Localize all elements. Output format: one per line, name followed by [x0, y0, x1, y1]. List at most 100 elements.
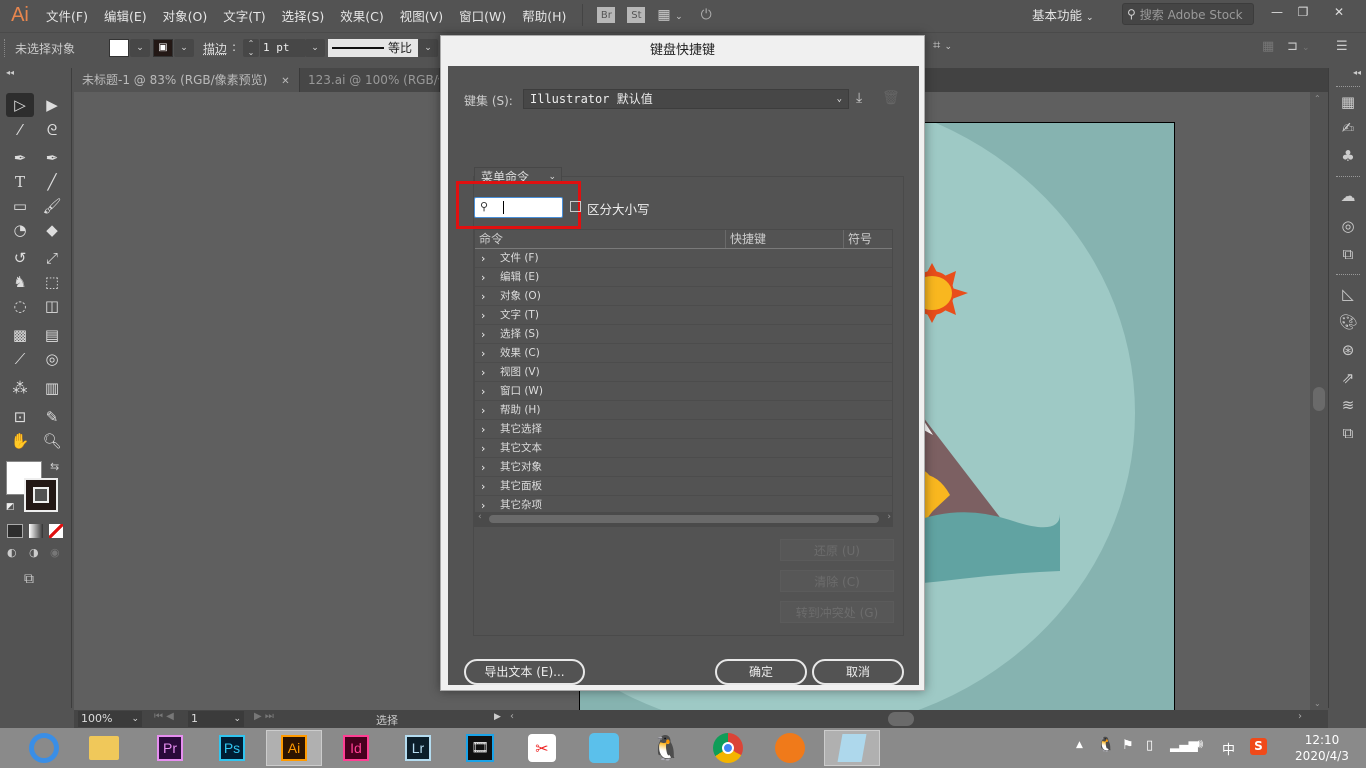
swatches-icon[interactable]: ▦: [1337, 92, 1359, 112]
column-header-command[interactable]: 命令: [479, 230, 503, 248]
chevron-right-icon[interactable]: ›: [481, 249, 485, 268]
scroll-right-icon[interactable]: ›: [1298, 711, 1302, 722]
layers-icon[interactable]: ≋: [1337, 395, 1359, 415]
scroll-left-icon[interactable]: ‹: [478, 512, 482, 522]
artboards-icon[interactable]: ⧉: [1337, 423, 1359, 443]
stroke-color-box[interactable]: [24, 478, 58, 512]
menu-file[interactable]: 文件(F): [38, 6, 96, 25]
brushes-icon[interactable]: ✍: [1337, 118, 1359, 138]
chevron-right-icon[interactable]: ›: [481, 420, 485, 439]
color-guide-icon[interactable]: 🎨︎: [1337, 312, 1359, 332]
default-colors-icon[interactable]: ◩: [6, 502, 15, 512]
artboard-tool-icon[interactable]: ⊡: [6, 405, 34, 429]
taskbar-qq[interactable]: 🐧: [644, 730, 688, 766]
taskbar-screenshot-tool[interactable]: ✂: [520, 730, 564, 766]
command-row[interactable]: › 文件 (F): [475, 249, 892, 268]
stroke-label[interactable]: 描边: [203, 40, 227, 57]
line-tool-icon[interactable]: ╱: [38, 170, 66, 194]
fill-dropdown[interactable]: ⌄: [130, 39, 150, 57]
close-button[interactable]: ✕: [1326, 3, 1352, 21]
scroll-left-icon[interactable]: ‹: [510, 711, 514, 722]
panel-menu-icon[interactable]: ☰: [1336, 39, 1348, 54]
menu-help[interactable]: 帮助(H): [514, 6, 574, 25]
stock-search-input[interactable]: ⚲ 搜索 Adobe Stock: [1122, 3, 1254, 25]
taskbar-app[interactable]: [582, 730, 626, 766]
volume-icon[interactable]: 🔊︎: [1195, 737, 1203, 752]
gradient-mode-icon[interactable]: [29, 524, 43, 538]
draw-behind-icon[interactable]: ◑: [29, 546, 39, 559]
command-row[interactable]: › 其它面板: [475, 477, 892, 496]
stroke-profile-select[interactable]: 等比: [328, 39, 418, 57]
stroke-weight-dropdown[interactable]: ⌄: [305, 39, 325, 57]
taskbar-premiere[interactable]: Pr: [148, 730, 192, 766]
hand-tool-icon[interactable]: ✋: [6, 429, 34, 453]
taskbar-photoshop[interactable]: Ps: [210, 730, 254, 766]
workspace-switcher[interactable]: 基本功能 ⌄: [1032, 5, 1094, 24]
perspective-grid-tool-icon[interactable]: ◫: [38, 294, 66, 318]
paintbrush-tool-icon[interactable]: 🖌: [38, 194, 66, 218]
clock[interactable]: 12:10 2020/4/3: [1290, 732, 1354, 764]
rectangle-tool-icon[interactable]: ▭: [6, 194, 34, 218]
gradient-tool-icon[interactable]: ▤: [38, 323, 66, 347]
menu-window[interactable]: 窗口(W): [451, 6, 514, 25]
clear-button[interactable]: 清除 (C): [780, 570, 894, 592]
eyedropper-tool-icon[interactable]: ⟋: [6, 347, 34, 371]
sogou-ime-icon[interactable]: S: [1250, 738, 1267, 755]
column-header-shortcut[interactable]: 快捷键: [725, 230, 766, 248]
command-row[interactable]: › 帮助 (H): [475, 401, 892, 420]
chevron-right-icon[interactable]: ›: [481, 268, 485, 287]
panel-grip[interactable]: [1336, 274, 1360, 277]
menu-select[interactable]: 选择(S): [274, 6, 333, 25]
scroll-up-icon[interactable]: ⌃: [1314, 94, 1321, 103]
command-row[interactable]: › 其它选择: [475, 420, 892, 439]
swap-colors-icon[interactable]: ⇆: [50, 460, 59, 473]
scroll-thumb[interactable]: [489, 515, 879, 523]
chevron-right-icon[interactable]: ›: [481, 363, 485, 382]
column-graph-tool-icon[interactable]: ▥: [38, 376, 66, 400]
stroke-swatch[interactable]: ▣: [153, 39, 173, 57]
symbol-sprayer-tool-icon[interactable]: ⁂: [6, 376, 34, 400]
bridge-button[interactable]: Br: [597, 7, 616, 23]
command-row[interactable]: › 其它文本: [475, 439, 892, 458]
collapse-icon[interactable]: ◂◂: [1353, 68, 1361, 77]
isolate-selection-icon[interactable]: ⌗ ⌄: [933, 38, 952, 53]
gpu-performance-icon[interactable]: ⏻: [701, 7, 712, 23]
first-artboard-icon[interactable]: ⏮ ◀: [154, 711, 174, 722]
chevron-right-icon[interactable]: ›: [481, 401, 485, 420]
panel-grip[interactable]: [1336, 86, 1360, 89]
draw-normal-icon[interactable]: ◐: [7, 546, 17, 559]
scale-tool-icon[interactable]: ⤢: [38, 246, 66, 270]
network-icon[interactable]: ▂▄▆: [1170, 738, 1198, 752]
chevron-right-icon[interactable]: ›: [481, 477, 485, 496]
status-menu-icon[interactable]: ▶: [494, 712, 501, 722]
taskbar-illustrator[interactable]: Ai: [266, 730, 322, 766]
curvature-tool-icon[interactable]: ✒: [38, 146, 66, 170]
tab-123-ai[interactable]: 123.ai @ 100% (RGB/像: [300, 68, 440, 92]
free-transform-tool-icon[interactable]: ⬚: [38, 270, 66, 294]
minimize-button[interactable]: —: [1264, 3, 1290, 21]
chevron-right-icon[interactable]: ›: [481, 306, 485, 325]
magic-wand-tool-icon[interactable]: ⁄: [6, 118, 34, 142]
menu-type[interactable]: 文字(T): [215, 6, 273, 25]
tray-expand-icon[interactable]: ▲: [1076, 740, 1083, 750]
chevron-right-icon[interactable]: ›: [481, 458, 485, 477]
fill-swatch[interactable]: [109, 39, 129, 57]
snap-icon[interactable]: ⊐ ⌄: [1287, 39, 1310, 54]
delete-keyset-icon[interactable]: 🗑︎: [882, 90, 900, 106]
export-text-button[interactable]: 导出文本 (E)...: [464, 659, 585, 685]
taskbar-lightroom[interactable]: Lr: [396, 730, 440, 766]
chevron-right-icon[interactable]: ›: [481, 439, 485, 458]
type-tool-icon[interactable]: T: [6, 170, 34, 194]
taskbar-chrome[interactable]: [706, 730, 750, 766]
taskbar-indesign[interactable]: Id: [334, 730, 378, 766]
collapse-icon[interactable]: ◂◂: [6, 68, 14, 77]
symbols-icon[interactable]: ♣: [1337, 146, 1359, 166]
vertical-scrollbar[interactable]: ⌃ ⌄: [1310, 92, 1328, 710]
keyset-select[interactable]: Illustrator 默认值 ⌄: [523, 89, 849, 109]
command-row[interactable]: › 编辑 (E): [475, 268, 892, 287]
command-row[interactable]: › 视图 (V): [475, 363, 892, 382]
cancel-button[interactable]: 取消: [812, 659, 904, 685]
scroll-down-icon[interactable]: ⌄: [1314, 699, 1321, 708]
stroke-dropdown[interactable]: ⌄: [174, 39, 194, 57]
panel-grip[interactable]: [1336, 176, 1360, 179]
